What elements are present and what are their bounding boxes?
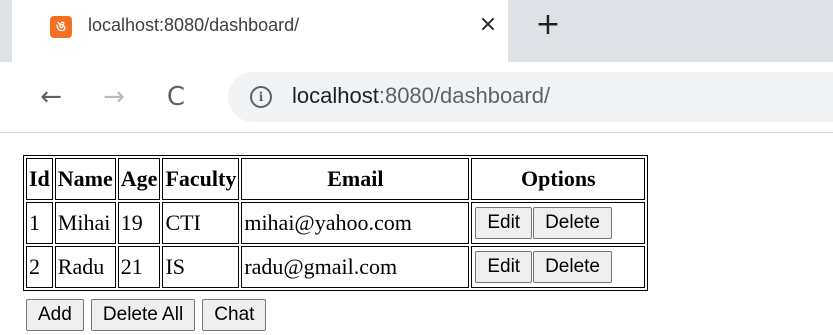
edit-button[interactable]: Edit <box>475 251 533 283</box>
table-row: 2 Radu 21 IS radu@gmail.com Edit Delete <box>26 246 646 288</box>
cell-age: 19 <box>117 202 161 244</box>
header-faculty: Faculty <box>162 158 240 200</box>
delete-button[interactable]: Delete <box>533 251 612 283</box>
table-header-row: Id Name Age Faculty Email Options <box>26 158 646 200</box>
back-icon[interactable]: ← <box>34 80 68 114</box>
tab-strip: ঙ localhost:8080/dashboard/ × + <box>0 0 833 62</box>
cell-faculty: IS <box>162 246 240 288</box>
header-name: Name <box>54 158 116 200</box>
reload-icon[interactable]: C <box>159 80 193 114</box>
header-options: Options <box>471 158 646 200</box>
url-text[interactable]: localhost:8080/dashboard/ <box>292 83 550 109</box>
header-age: Age <box>117 158 161 200</box>
cell-options: Edit Delete <box>471 246 646 288</box>
tab-title: localhost:8080/dashboard/ <box>88 15 300 35</box>
delete-all-button[interactable]: Delete All <box>90 299 196 331</box>
header-email: Email <box>241 158 470 200</box>
forward-icon[interactable]: → <box>97 80 131 114</box>
cell-options: Edit Delete <box>471 202 646 244</box>
browser-tab[interactable]: ঙ localhost:8080/dashboard/ × <box>12 0 508 62</box>
table-row: 1 Mihai 19 CTI mihai@yahoo.com Edit Delet… <box>26 202 646 244</box>
users-table: Id Name Age Faculty Email Options 1 Miha… <box>23 155 649 291</box>
cell-faculty: CTI <box>162 202 240 244</box>
url-host: localhost <box>292 83 379 108</box>
url-path: :8080/dashboard/ <box>378 83 551 108</box>
browser-toolbar: ← → C i localhost:8080/dashboard/ <box>0 62 833 133</box>
cell-email: mihai@yahoo.com <box>241 202 470 244</box>
close-tab-icon[interactable]: × <box>474 11 502 39</box>
xampp-favicon-icon: ঙ <box>50 16 72 38</box>
table-actions: Add Delete All Chat <box>26 299 268 331</box>
cell-name: Radu <box>54 246 116 288</box>
header-id: Id <box>26 158 53 200</box>
chat-button[interactable]: Chat <box>202 299 267 331</box>
edit-button[interactable]: Edit <box>475 207 533 239</box>
cell-id: 2 <box>26 246 53 288</box>
new-tab-icon[interactable]: + <box>533 10 563 40</box>
cell-id: 1 <box>26 202 53 244</box>
cell-age: 21 <box>117 246 161 288</box>
site-info-icon[interactable]: i <box>250 86 272 108</box>
delete-button[interactable]: Delete <box>533 207 612 239</box>
cell-name: Mihai <box>54 202 116 244</box>
cell-email: radu@gmail.com <box>241 246 470 288</box>
page-content: Id Name Age Faculty Email Options 1 Miha… <box>0 133 833 335</box>
add-button[interactable]: Add <box>26 299 84 331</box>
address-bar[interactable]: i localhost:8080/dashboard/ <box>228 72 833 122</box>
